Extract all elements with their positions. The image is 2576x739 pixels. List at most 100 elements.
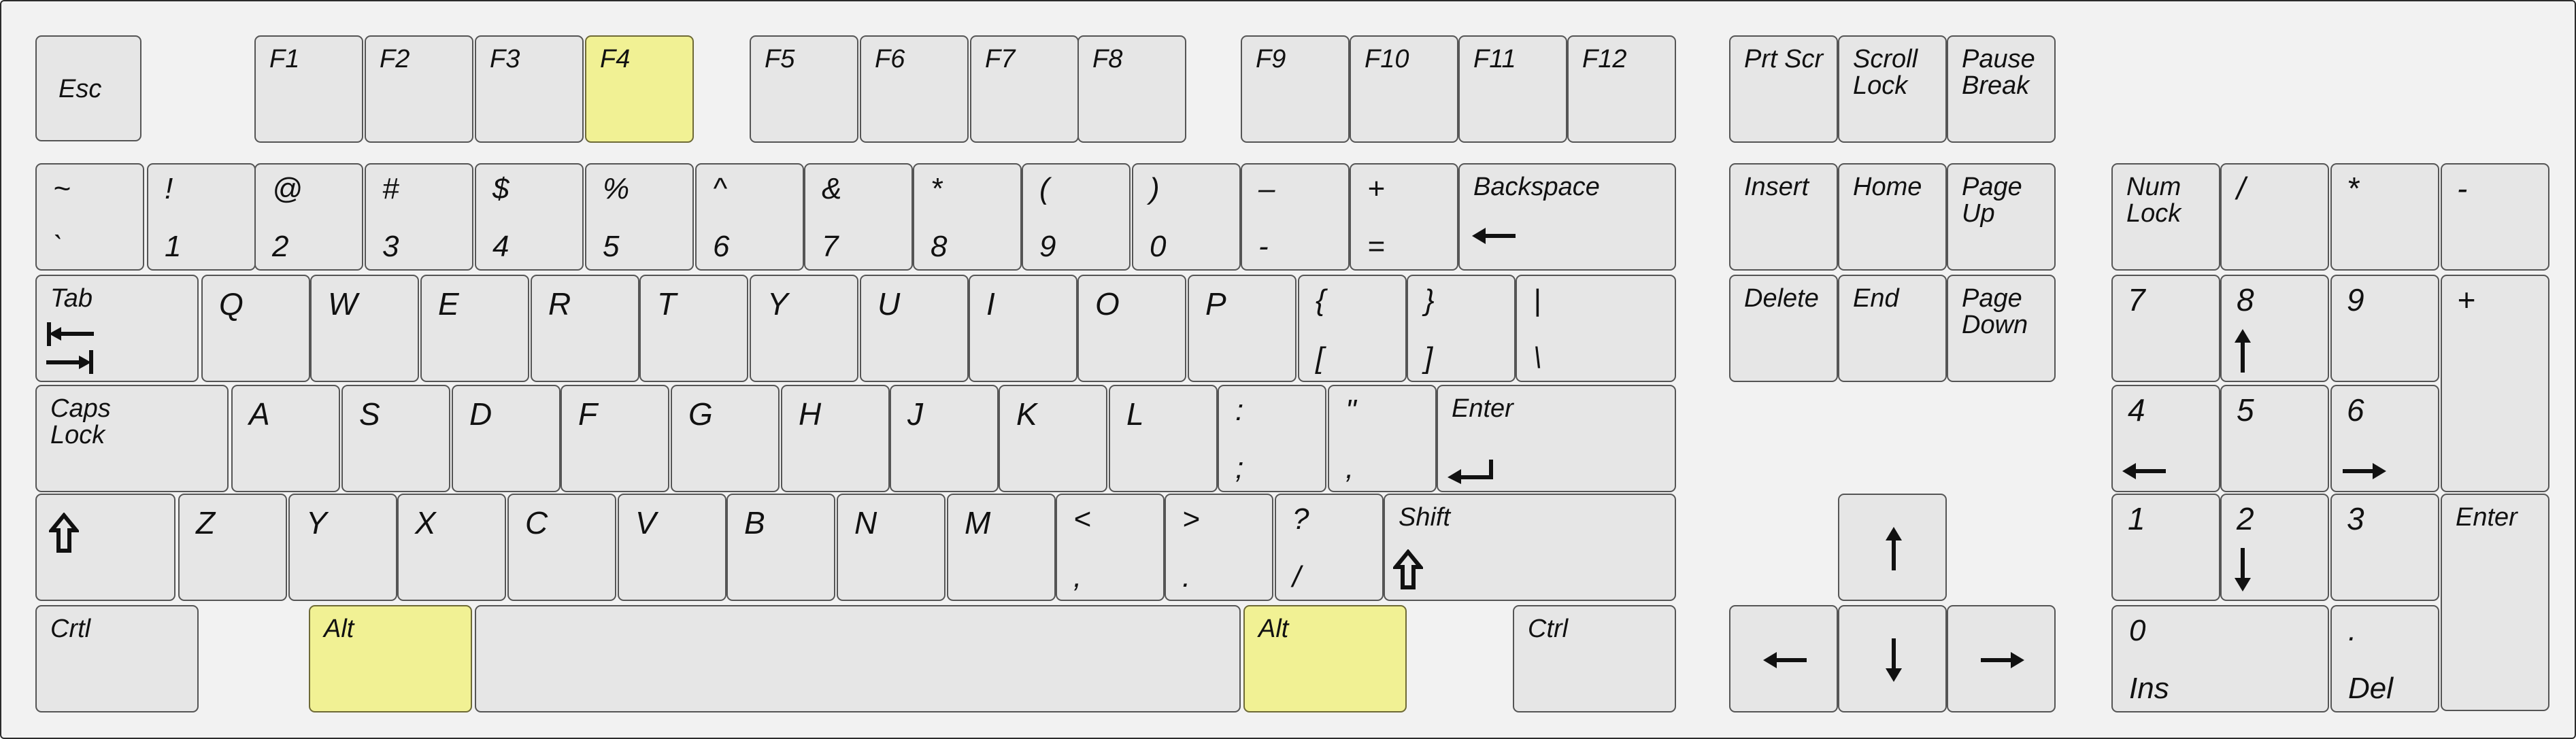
key-h[interactable]: H (781, 385, 890, 492)
key-t[interactable]: T (639, 275, 748, 382)
key-i[interactable]: I (969, 275, 1077, 382)
key-u[interactable]: U (860, 275, 969, 382)
key-a[interactable]: A (231, 385, 340, 492)
key-npminus[interactable]: - (2441, 163, 2549, 271)
key-k[interactable]: K (999, 385, 1107, 492)
key-l[interactable]: L (1109, 385, 1218, 492)
key-q[interactable]: Q (201, 275, 310, 382)
key-ralt[interactable]: Alt (1243, 605, 1407, 712)
key-tilde[interactable]: ~ ` (35, 163, 144, 271)
key-np3[interactable]: 3 (2330, 494, 2439, 601)
key-minus[interactable]: – - (1241, 163, 1350, 271)
key-f10[interactable]: F10 (1350, 35, 1458, 143)
key-npdot[interactable]: . Del (2330, 605, 2439, 712)
key-pausebreak[interactable]: Pause Break (1947, 35, 2056, 143)
key-pipe[interactable]: | \ (1516, 275, 1676, 382)
key-home[interactable]: Home (1838, 163, 1947, 271)
key-lshift[interactable] (35, 494, 175, 601)
key-period[interactable]: >. (1165, 494, 1273, 601)
key-pageup[interactable]: Page Up (1947, 163, 2056, 271)
key-m[interactable]: N (837, 494, 946, 601)
key-backspace[interactable]: Backspace (1458, 163, 1676, 271)
key-d8[interactable]: * 8 (913, 163, 1022, 271)
key-arrowright[interactable] (1947, 605, 2056, 712)
key-comma[interactable]: <, (1056, 494, 1165, 601)
key-equals[interactable]: + = (1350, 163, 1458, 271)
key-lalt[interactable]: Alt (309, 605, 472, 712)
key-esc[interactable]: Esc (35, 35, 141, 141)
key-npenter[interactable]: Enter (2441, 494, 2549, 711)
key-rshift[interactable]: Shift (1384, 494, 1676, 601)
key-r[interactable]: R (531, 275, 639, 382)
key-lbrace[interactable]: {[ (1298, 275, 1407, 382)
key-rctrl[interactable]: Ctrl (1513, 605, 1676, 712)
key-npstar[interactable]: * (2330, 163, 2439, 271)
key-quote[interactable]: ", (1328, 385, 1437, 492)
key-np1[interactable]: 1 (2111, 494, 2220, 601)
key-m2[interactable]: M (947, 494, 1056, 601)
key-f3[interactable]: F3 (475, 35, 584, 143)
key-scrolllock[interactable]: Scroll Lock (1838, 35, 1947, 143)
key-b[interactable]: V (618, 494, 726, 601)
key-f4[interactable]: F4 (585, 35, 694, 143)
key-tab[interactable]: Tab (35, 275, 199, 382)
key-d5[interactable]: % 5 (585, 163, 694, 271)
key-y[interactable]: Y (750, 275, 858, 382)
key-arrowup[interactable] (1838, 494, 1947, 601)
key-d9[interactable]: (9 (1022, 163, 1131, 271)
key-x[interactable]: Y (288, 494, 397, 601)
key-f1[interactable]: F1 (254, 35, 363, 143)
key-lctrl[interactable]: Crtl (35, 605, 199, 712)
key-f9[interactable]: F9 (1241, 35, 1350, 143)
key-s[interactable]: S (341, 385, 450, 492)
key-d7[interactable]: & 7 (804, 163, 913, 271)
key-f6[interactable]: F6 (860, 35, 969, 143)
key-f2[interactable]: F2 (365, 35, 473, 143)
key-delete[interactable]: Delete (1729, 275, 1838, 382)
key-np9[interactable]: 9 (2330, 275, 2439, 382)
key-enter[interactable]: Enter (1437, 385, 1676, 492)
key-end[interactable]: End (1838, 275, 1947, 382)
key-np5[interactable]: 5 (2220, 385, 2329, 492)
key-np7[interactable]: 7 (2111, 275, 2220, 382)
key-pagedown[interactable]: Page Down (1947, 275, 2056, 382)
key-np8[interactable]: 8 (2220, 275, 2329, 382)
key-f7[interactable]: F7 (970, 35, 1079, 143)
key-d6[interactable]: ^ 6 (695, 163, 804, 271)
key-d[interactable]: D (452, 385, 561, 492)
key-np2[interactable]: 2 (2220, 494, 2329, 601)
key-slash[interactable]: ? / (1275, 494, 1384, 601)
key-prtscr[interactable]: Prt Scr (1729, 35, 1838, 143)
key-f[interactable]: F (561, 385, 669, 492)
key-v[interactable]: C (507, 494, 616, 601)
key-o[interactable]: O (1077, 275, 1186, 382)
key-d2[interactable]: @2 (254, 163, 363, 271)
key-d3[interactable]: #3 (365, 163, 473, 271)
key-npplus[interactable]: + (2441, 275, 2549, 492)
key-f11[interactable]: F11 (1458, 35, 1567, 143)
key-space[interactable] (475, 605, 1241, 712)
key-np0[interactable]: 0 Ins (2111, 605, 2329, 712)
key-npslash[interactable]: / (2220, 163, 2329, 271)
key-rbrace[interactable]: }] (1407, 275, 1516, 382)
key-g[interactable]: G (671, 385, 780, 492)
key-d0[interactable]: ) 0 (1132, 163, 1241, 271)
key-insert[interactable]: Insert (1729, 163, 1838, 271)
key-n[interactable]: B (726, 494, 835, 601)
key-arrowdown[interactable] (1838, 605, 1947, 712)
key-j[interactable]: J (890, 385, 999, 492)
key-capslock[interactable]: Caps Lock (35, 385, 229, 492)
key-colon[interactable]: :; (1218, 385, 1326, 492)
key-p[interactable]: P (1188, 275, 1297, 382)
key-np6[interactable]: 6 (2330, 385, 2439, 492)
key-arrowleft[interactable] (1729, 605, 1838, 712)
key-z[interactable]: Z (178, 494, 287, 601)
key-f8[interactable]: F8 (1077, 35, 1186, 143)
key-c[interactable]: X (397, 494, 506, 601)
key-np4[interactable]: 4 (2111, 385, 2220, 492)
key-d4[interactable]: $4 (475, 163, 584, 271)
key-d1[interactable]: ! 1 (147, 163, 256, 271)
key-numlock[interactable]: Num Lock (2111, 163, 2220, 271)
key-f12[interactable]: F12 (1567, 35, 1676, 143)
key-f5[interactable]: F5 (750, 35, 858, 143)
